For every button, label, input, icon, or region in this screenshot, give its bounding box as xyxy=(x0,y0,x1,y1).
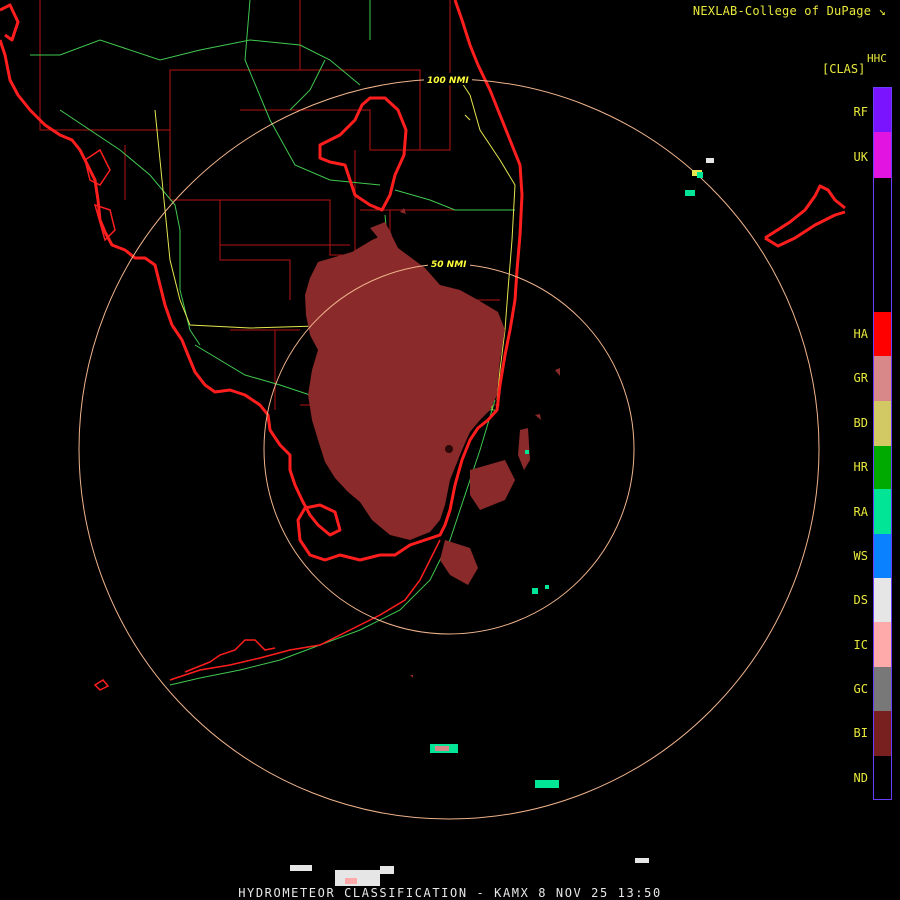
radar-map: 50 NMI 100 NMI xyxy=(0,0,846,886)
radar-site-marker xyxy=(445,445,453,453)
echo-ds xyxy=(635,858,649,863)
echo-ds xyxy=(290,865,312,871)
legend-swatch-ra xyxy=(874,489,891,534)
credit-line: NEXLAB-College of DuPage ↘ xyxy=(693,4,886,18)
legend-color-bar xyxy=(873,87,892,800)
legend-swatch-nd xyxy=(874,756,891,799)
legend-label-rf: RF xyxy=(853,105,868,119)
legend-label-gc: GC xyxy=(853,682,868,696)
echo-ra xyxy=(535,780,559,788)
credit-text: NEXLAB-College of DuPage xyxy=(692,4,872,18)
legend-label-ic: IC xyxy=(853,638,868,652)
echo-ra xyxy=(532,588,538,594)
legend-label-gr: GR xyxy=(853,371,868,385)
echo-ds xyxy=(706,158,714,163)
legend-swatch-gr xyxy=(874,356,891,401)
echo-ds xyxy=(380,866,394,874)
legend-swatch-ds xyxy=(874,578,891,622)
legend-swatch-gc xyxy=(874,667,891,711)
ring-label-50: 50 NMI xyxy=(431,260,467,270)
diagonal-arrow-icon: ↘ xyxy=(878,4,886,18)
legend-swatch-ha xyxy=(874,312,891,356)
legend-label-bi: BI xyxy=(853,726,868,740)
legend-swatch-uk xyxy=(874,132,891,178)
legend-label-ws: WS xyxy=(853,549,868,563)
legend-label-ds: DS xyxy=(853,593,868,607)
legend-label-hr: HR xyxy=(853,460,868,474)
legend-label-ha: HA xyxy=(853,327,868,341)
legend-swatch-bi xyxy=(874,711,891,756)
echo-ic xyxy=(345,878,357,884)
footer-caption: HYDROMETEOR CLASSIFICATION - KAMX 8 NOV … xyxy=(238,886,662,900)
echo-ra xyxy=(685,190,695,196)
echo-ra xyxy=(525,450,529,454)
legend-swatch-hr xyxy=(874,446,891,489)
legend-label-ra: RA xyxy=(853,505,868,519)
legend-label-bd: BD xyxy=(853,416,868,430)
legend-title: [CLAS] xyxy=(822,62,866,76)
legend-label-nd: ND xyxy=(853,771,868,785)
echo-gr xyxy=(435,746,449,751)
legend-swatch-ic xyxy=(874,622,891,667)
product-code: HHC xyxy=(867,52,887,65)
legend-label-uk: UK xyxy=(853,150,868,164)
ring-label-100: 100 NMI xyxy=(427,76,469,86)
echo-ra xyxy=(545,585,549,589)
legend-swatch-ws xyxy=(874,534,891,578)
echo-ra xyxy=(697,172,703,178)
echo-ds xyxy=(335,870,380,886)
legend-swatch-bd xyxy=(874,401,891,446)
legend-swatch-rf xyxy=(874,88,891,132)
